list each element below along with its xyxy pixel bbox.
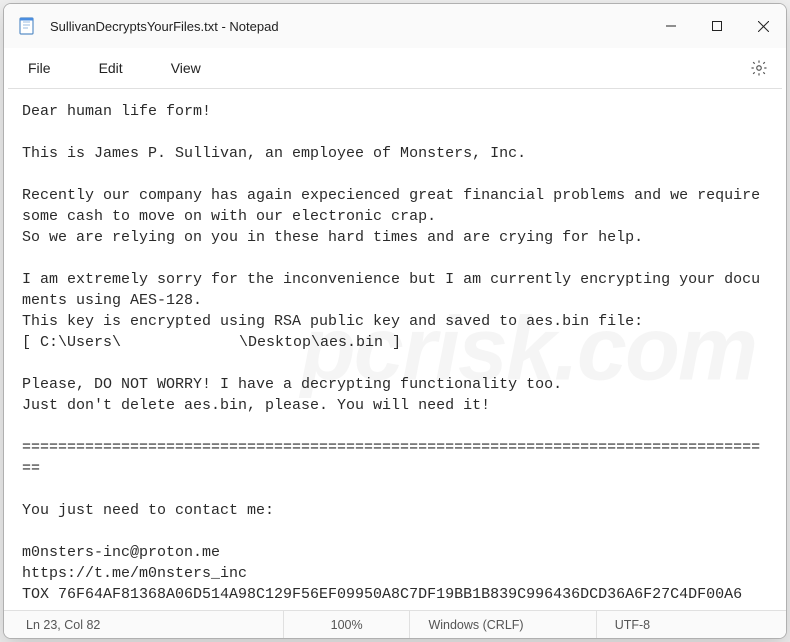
text-email: m0nsters-inc@proton.me xyxy=(22,544,220,561)
minimize-button[interactable] xyxy=(648,4,694,48)
text-line: So we are relying on you in these hard t… xyxy=(22,229,643,246)
text-line: Recently our company has again expecienc… xyxy=(22,187,769,225)
text-line: Please, DO NOT WORRY! I have a decryptin… xyxy=(22,376,562,393)
menu-view[interactable]: View xyxy=(157,54,215,82)
menubar: File Edit View xyxy=(4,48,786,88)
window-title: SullivanDecryptsYourFiles.txt - Notepad xyxy=(50,19,648,34)
text-line: This is James P. Sullivan, an employee o… xyxy=(22,145,526,162)
text-line: [ C:\Users\ xyxy=(22,334,121,351)
text-editor[interactable]: pcrisk.comDear human life form! This is … xyxy=(4,89,786,610)
text-line: Just don't delete aes.bin, please. You w… xyxy=(22,397,490,414)
menu-edit[interactable]: Edit xyxy=(85,54,137,82)
text-line: \Desktop\aes.bin ] xyxy=(239,334,401,351)
titlebar: SullivanDecryptsYourFiles.txt - Notepad xyxy=(4,4,786,48)
text-telegram: https://t.me/m0nsters_inc xyxy=(22,565,247,582)
notepad-window: SullivanDecryptsYourFiles.txt - Notepad … xyxy=(3,3,787,639)
notepad-icon xyxy=(18,17,36,35)
menu-file[interactable]: File xyxy=(14,54,65,82)
redacted-username xyxy=(121,335,239,351)
maximize-button[interactable] xyxy=(694,4,740,48)
statusbar: Ln 23, Col 82 100% Windows (CRLF) UTF-8 xyxy=(4,610,786,638)
status-zoom[interactable]: 100% xyxy=(284,611,411,638)
status-line-ending: Windows (CRLF) xyxy=(410,611,596,638)
text-line: Dear human life form! xyxy=(22,103,211,120)
text-line: You just need to contact me: xyxy=(22,502,274,519)
text-separator: ========================================… xyxy=(22,439,760,477)
text-line: I am extremely sorry for the inconvenien… xyxy=(22,271,760,309)
text-tox: TOX 76F64AF81368A06D514A98C129F56EF09950… xyxy=(22,586,742,603)
text-line: This key is encrypted using RSA public k… xyxy=(22,313,643,330)
settings-button[interactable] xyxy=(742,51,776,85)
window-controls xyxy=(648,4,786,48)
status-encoding: UTF-8 xyxy=(597,611,782,638)
status-position: Ln 23, Col 82 xyxy=(8,611,284,638)
close-button[interactable] xyxy=(740,4,786,48)
